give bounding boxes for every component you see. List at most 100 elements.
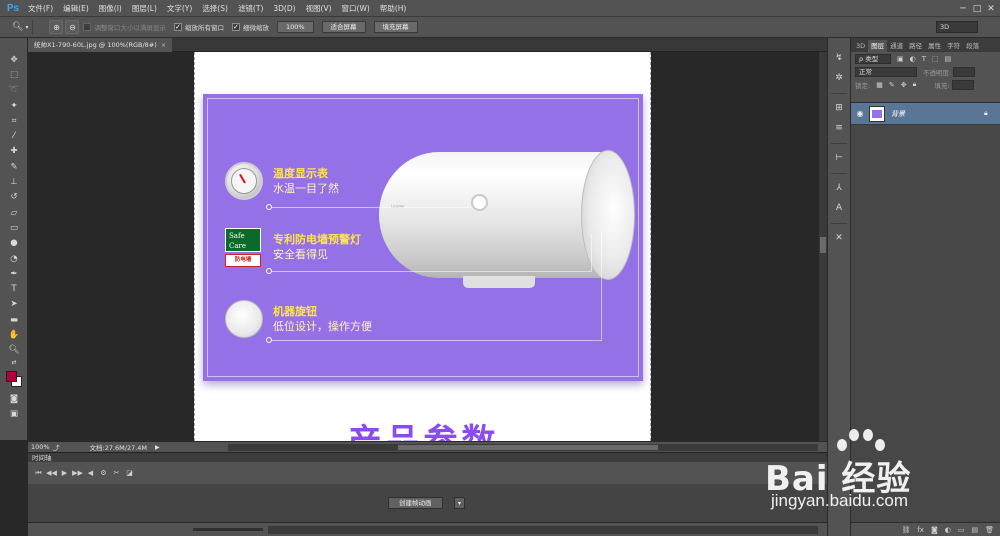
menu-filter[interactable]: 滤镜(T) <box>233 0 268 17</box>
filter-type-icon[interactable]: T <box>922 55 926 63</box>
opacity-field[interactable] <box>953 66 976 77</box>
menu-window[interactable]: 窗口(W) <box>337 0 375 17</box>
color-swatches[interactable] <box>0 367 27 391</box>
paragraph-icon[interactable]: A <box>828 198 850 218</box>
menu-image[interactable]: 图像(I) <box>94 0 127 17</box>
transition-icon[interactable]: ◪ <box>123 469 136 477</box>
marquee-tool-icon[interactable]: ⬚ <box>0 67 28 82</box>
magic-wand-tool-icon[interactable]: ✦ <box>0 98 28 113</box>
timeline-scrollbar[interactable] <box>268 526 818 534</box>
filter-kind-select[interactable]: ρ 类型 <box>855 53 891 64</box>
lock-position-icon[interactable]: ✥ <box>901 81 907 89</box>
create-frame-animation-button[interactable]: 创建帧动画 <box>388 497 443 509</box>
lock-all-icon[interactable]: 🔒︎ <box>913 80 917 89</box>
tab-paths[interactable]: 路径 <box>906 40 925 52</box>
shape-tool-icon[interactable]: ▬ <box>0 312 28 327</box>
foreground-color-swatch[interactable] <box>6 370 17 382</box>
checkmark-icon[interactable]: ✓ <box>231 23 240 31</box>
zoom-in-icon[interactable]: ⊕ <box>49 20 64 34</box>
layer-row-background[interactable]: ◉ 背景 🔒︎ <box>851 103 1000 125</box>
navigator-icon[interactable]: ✲ <box>828 68 850 88</box>
split-scissors-icon[interactable]: ✂ <box>110 469 123 477</box>
lasso-tool-icon[interactable]: ➰ <box>0 83 28 98</box>
play-icon[interactable]: ▶ <box>58 469 71 477</box>
gradient-tool-icon[interactable]: ▭ <box>0 220 28 235</box>
tab-properties[interactable]: 属性 <box>925 40 944 52</box>
lock-transparent-icon[interactable]: ▦ <box>876 81 883 89</box>
adjustment-layer-icon[interactable]: ◐ <box>945 526 951 534</box>
dodge-tool-icon[interactable]: ◔ <box>0 251 28 266</box>
timeline-zoom-slider[interactable] <box>193 528 263 531</box>
maximize-button[interactable]: □ <box>970 4 984 14</box>
menu-3d[interactable]: 3D(D) <box>268 0 300 17</box>
clone-stamp-tool-icon[interactable]: ⊥ <box>0 174 28 189</box>
filter-adjustment-icon[interactable]: ◐ <box>910 55 916 63</box>
character-icon[interactable]: ⅄ <box>828 178 850 198</box>
tab-paragraph[interactable]: 段落 <box>963 40 982 52</box>
delete-layer-icon[interactable]: 🗑︎ <box>985 526 994 534</box>
horizontal-scrollbar[interactable] <box>228 444 818 451</box>
menu-type[interactable]: 文字(Y) <box>162 0 197 17</box>
layer-style-icon[interactable]: fx <box>917 526 924 534</box>
zoom-out-icon[interactable]: ⊖ <box>65 20 80 34</box>
add-mask-icon[interactable]: ◙ <box>931 526 938 534</box>
tool-presets-icon[interactable]: ✕ <box>828 228 850 248</box>
close-window-button[interactable]: ✕ <box>984 4 998 14</box>
properties-icon[interactable]: ≡ <box>828 118 850 138</box>
minimize-button[interactable]: ─ <box>956 4 970 14</box>
hand-tool-icon[interactable]: ✋ <box>0 327 28 342</box>
menu-layer[interactable]: 图层(L) <box>127 0 162 17</box>
swap-colors-icon[interactable]: ⇄ <box>0 358 28 367</box>
menu-select[interactable]: 选择(S) <box>197 0 233 17</box>
filter-smart-object-icon[interactable]: ▤ <box>945 55 952 63</box>
export-icon[interactable]: ⤴ <box>53 442 60 452</box>
settings-gear-icon[interactable]: ⚙ <box>97 469 110 477</box>
brush-presets-icon[interactable]: ⊢ <box>828 148 850 168</box>
eye-icon[interactable]: ◉ <box>851 109 869 118</box>
zoom-100-button[interactable]: 100% <box>276 21 314 33</box>
menu-help[interactable]: 帮助(H) <box>375 0 412 17</box>
link-layers-icon[interactable]: ⛓ <box>901 526 910 534</box>
audio-icon[interactable]: ◀ <box>84 469 97 477</box>
zoom-tool-preset[interactable]: 🔍︎ ▾ <box>12 22 28 32</box>
info-menu-icon[interactable]: ▶ <box>155 444 160 451</box>
chevron-down-icon[interactable]: ▾ <box>25 24 28 31</box>
history-brush-tool-icon[interactable]: ↺ <box>0 190 28 205</box>
timeline-title[interactable]: 时间轴 <box>32 454 52 462</box>
blur-tool-icon[interactable]: ● <box>0 236 28 251</box>
tab-layers[interactable]: 图层 <box>868 40 888 52</box>
close-tab-icon[interactable]: × <box>161 41 166 49</box>
menu-edit[interactable]: 编辑(E) <box>58 0 94 17</box>
screen-mode-icon[interactable]: ▣ <box>0 406 28 421</box>
next-frame-icon[interactable]: ▶▶ <box>71 469 84 477</box>
fill-field[interactable] <box>951 79 974 90</box>
type-tool-icon[interactable]: T <box>0 281 28 296</box>
tab-3d[interactable]: 3D <box>853 40 868 52</box>
healing-brush-tool-icon[interactable]: ✚ <box>0 144 28 159</box>
checkbox-box[interactable] <box>83 23 92 31</box>
scrubby-zoom-checkbox[interactable]: ✓ 细微缩放 <box>231 22 269 32</box>
zoom-tool-icon[interactable]: 🔍︎ <box>0 343 28 358</box>
eyedropper-tool-icon[interactable]: ⁄ <box>0 128 28 143</box>
document-canvas[interactable]: Leader 温度显示表 水温一目了然 Safe Car <box>194 52 651 441</box>
tab-character[interactable]: 字符 <box>944 40 963 52</box>
vertical-scrollbar[interactable] <box>819 52 827 441</box>
move-tool-icon[interactable]: ✥ <box>0 52 28 67</box>
menu-view[interactable]: 视图(V) <box>301 0 337 17</box>
document-tab[interactable]: 统帅X1-790-60L.jpg @ 100%(RGB/8#) × <box>28 38 173 52</box>
layer-name[interactable]: 背景 <box>891 109 984 119</box>
scroll-thumb[interactable] <box>820 237 826 253</box>
fill-screen-button[interactable]: 填充屏幕 <box>373 21 418 33</box>
filter-pixel-icon[interactable]: ▣ <box>897 55 904 63</box>
adjustments-icon[interactable]: ⊞ <box>828 98 850 118</box>
fit-screen-button[interactable]: 适合屏幕 <box>321 21 366 33</box>
canvas-area[interactable]: Leader 温度显示表 水温一目了然 Safe Car <box>28 52 819 441</box>
path-selection-tool-icon[interactable]: ➤ <box>0 297 28 312</box>
crop-tool-icon[interactable]: ⌗ <box>0 113 28 128</box>
new-layer-icon[interactable]: ▤ <box>971 526 978 534</box>
blend-mode-select[interactable]: 正常 <box>855 66 917 77</box>
resize-windows-checkbox[interactable]: 调整窗口大小以满屏显示 <box>83 22 166 32</box>
quick-mask-icon[interactable]: ◙ <box>0 391 28 406</box>
tab-channels[interactable]: 通道 <box>887 40 906 52</box>
filter-shape-icon[interactable]: ⬚ <box>932 55 939 63</box>
